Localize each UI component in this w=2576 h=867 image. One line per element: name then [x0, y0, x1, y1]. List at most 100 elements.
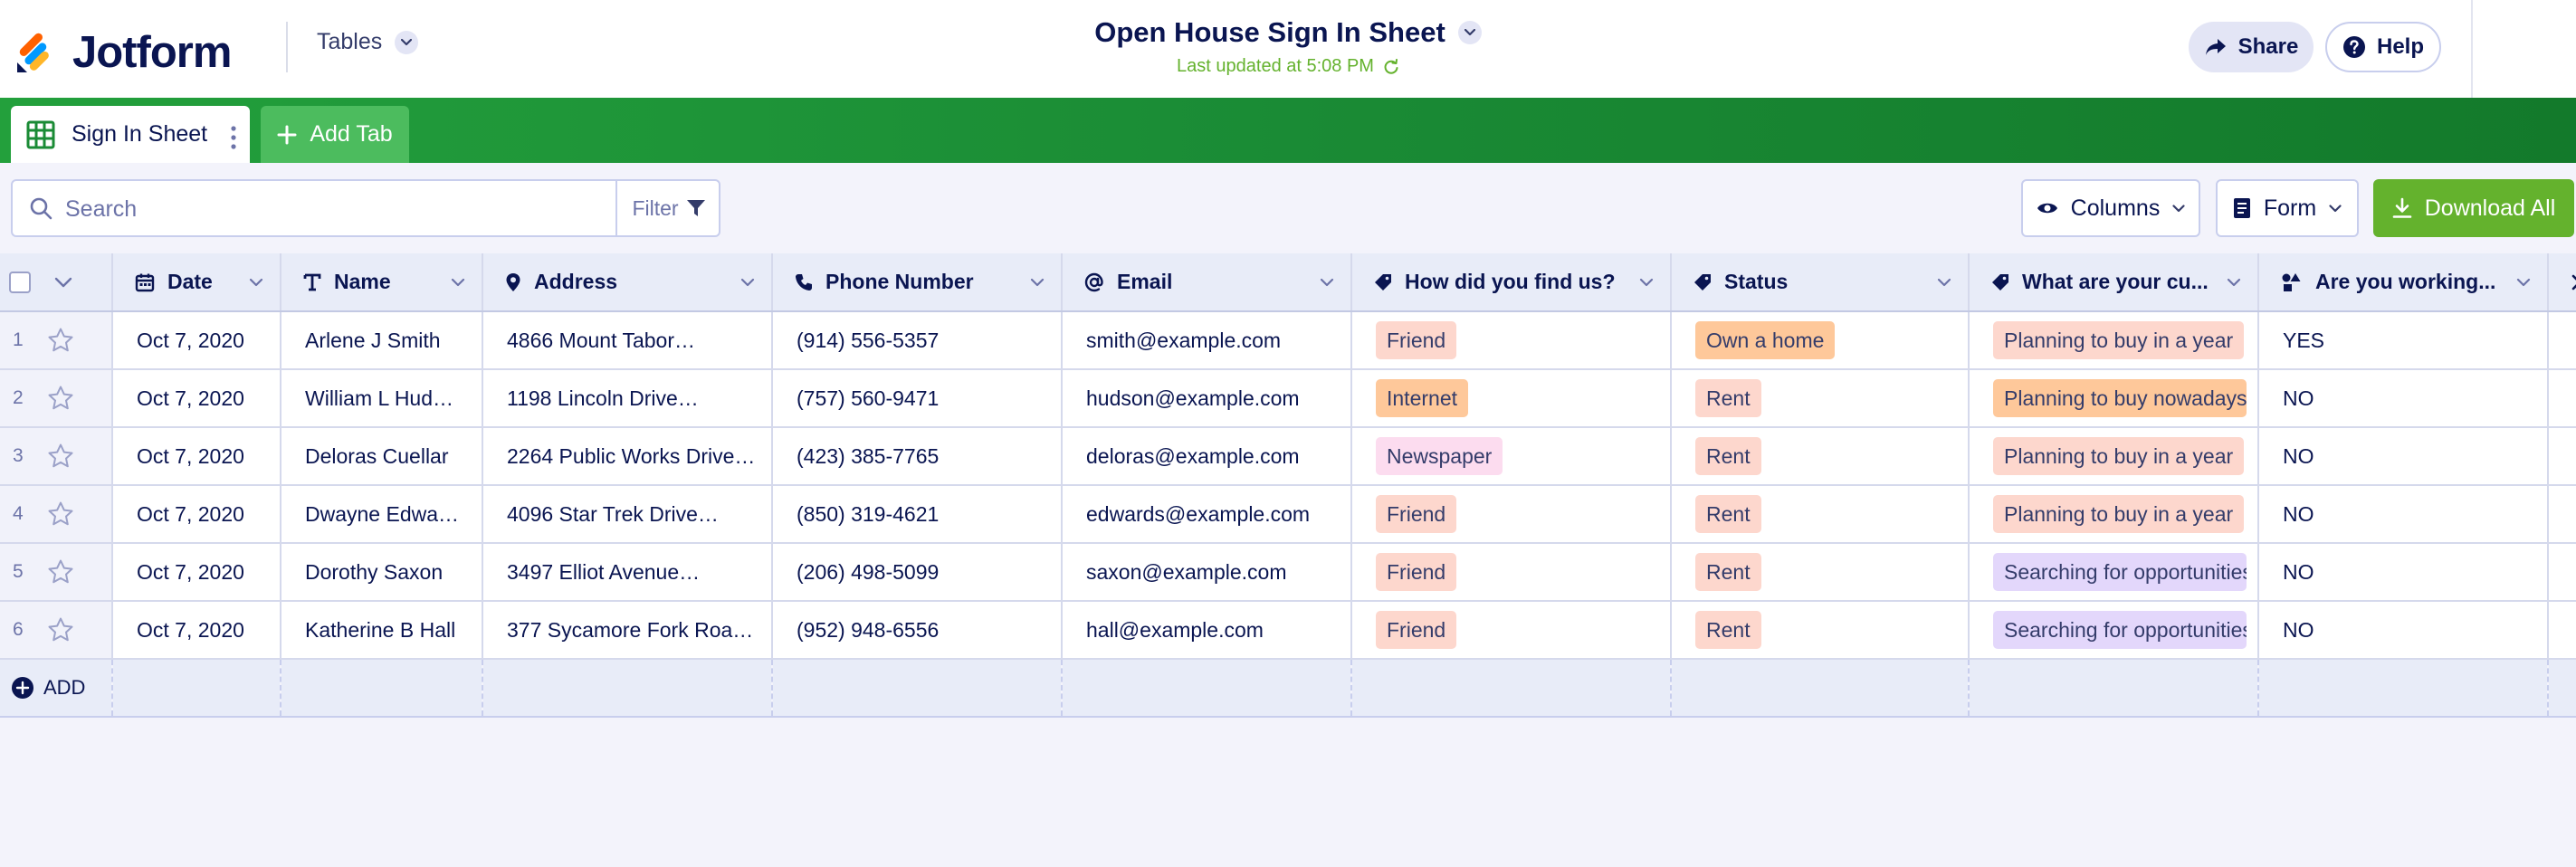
- chevron-down-icon[interactable]: [1639, 278, 1654, 287]
- column-header-phone-number[interactable]: Phone Number: [772, 253, 1063, 312]
- table-row[interactable]: 1 Oct 7, 2020 Arlene J Smith 4866 Mount Tab…: [0, 311, 2576, 370]
- chevron-down-icon[interactable]: [2516, 278, 2531, 287]
- current-situation-cell[interactable]: Planning to buy in a year: [1969, 311, 2259, 370]
- email-cell[interactable]: edwards@example.com: [1062, 485, 1352, 544]
- address-cell[interactable]: 1198 Lincoln Drive…: [482, 369, 773, 428]
- chevron-down-icon[interactable]: [54, 277, 72, 288]
- column-header-status[interactable]: Status: [1671, 253, 1970, 312]
- address-cell[interactable]: 3497 Elliot Avenue…: [482, 543, 773, 602]
- tab-sign-in-sheet[interactable]: Sign In Sheet: [11, 106, 250, 163]
- current-situation-cell[interactable]: Planning to buy nowadays: [1969, 369, 2259, 428]
- address-cell[interactable]: 377 Sycamore Fork Road…: [482, 601, 773, 660]
- status-cell[interactable]: Rent: [1671, 485, 1970, 544]
- kebab-menu-icon[interactable]: [230, 126, 237, 149]
- are-you-working-cell[interactable]: NO: [2258, 369, 2549, 428]
- date-cell[interactable]: Oct 7, 2020: [112, 485, 281, 544]
- form-button[interactable]: Form: [2216, 179, 2359, 237]
- column-header-current-situation[interactable]: What are your cu...: [1969, 253, 2259, 312]
- status-cell[interactable]: Rent: [1671, 543, 1970, 602]
- column-header-are-you-working[interactable]: Are you working...: [2258, 253, 2549, 312]
- name-cell[interactable]: William L Hud…: [281, 369, 483, 428]
- status-cell[interactable]: Own a home: [1671, 311, 1970, 370]
- email-cell[interactable]: saxon@example.com: [1062, 543, 1352, 602]
- column-header-next[interactable]: [2548, 253, 2576, 312]
- address-cell[interactable]: 2264 Public Works Drive…: [482, 427, 773, 486]
- chevron-down-icon[interactable]: [2227, 278, 2241, 287]
- chevron-down-icon[interactable]: [451, 278, 465, 287]
- are-you-working-cell[interactable]: NO: [2258, 601, 2549, 660]
- date-cell[interactable]: Oct 7, 2020: [112, 311, 281, 370]
- chevron-down-icon[interactable]: [249, 278, 263, 287]
- document-title-menu[interactable]: Open House Sign In Sheet: [1094, 16, 1482, 49]
- phone-number-cell[interactable]: (757) 560-9471: [772, 369, 1063, 428]
- phone-number-cell[interactable]: (850) 319-4621: [772, 485, 1063, 544]
- column-header-email[interactable]: Email: [1062, 253, 1352, 312]
- phone-number-cell[interactable]: (914) 556-5357: [772, 311, 1063, 370]
- how-found-cell[interactable]: Friend: [1351, 311, 1672, 370]
- chevron-down-icon[interactable]: [1320, 278, 1334, 287]
- name-cell[interactable]: Katherine B Hall: [281, 601, 483, 660]
- next-column-cell[interactable]: [2548, 427, 2576, 486]
- jotform-logo[interactable]: Jotform: [14, 27, 232, 78]
- column-header-date[interactable]: Date: [112, 253, 281, 312]
- star-icon[interactable]: [47, 327, 74, 354]
- column-header-address[interactable]: Address: [482, 253, 773, 312]
- chevron-down-icon[interactable]: [1030, 278, 1045, 287]
- column-header-name[interactable]: Name: [281, 253, 483, 312]
- date-cell[interactable]: Oct 7, 2020: [112, 543, 281, 602]
- next-column-cell[interactable]: [2548, 543, 2576, 602]
- column-header-how-did-you-find-us[interactable]: How did you find us?: [1351, 253, 1672, 312]
- are-you-working-cell[interactable]: YES: [2258, 311, 2549, 370]
- email-cell[interactable]: smith@example.com: [1062, 311, 1352, 370]
- next-column-cell[interactable]: [2548, 311, 2576, 370]
- date-cell[interactable]: Oct 7, 2020: [112, 427, 281, 486]
- are-you-working-cell[interactable]: NO: [2258, 543, 2549, 602]
- download-all-button[interactable]: Download All: [2373, 179, 2574, 237]
- chevron-down-icon[interactable]: [740, 278, 755, 287]
- table-row[interactable]: 4 Oct 7, 2020 Dwayne Edwa… 4096 Star Trek D…: [0, 485, 2576, 544]
- email-cell[interactable]: deloras@example.com: [1062, 427, 1352, 486]
- add-row-button[interactable]: ADD: [0, 660, 110, 715]
- how-found-cell[interactable]: Friend: [1351, 543, 1672, 602]
- date-cell[interactable]: Oct 7, 2020: [112, 369, 281, 428]
- status-cell[interactable]: Rent: [1671, 601, 1970, 660]
- status-cell[interactable]: Rent: [1671, 369, 1970, 428]
- are-you-working-cell[interactable]: NO: [2258, 427, 2549, 486]
- current-situation-cell[interactable]: Searching for opportunities: [1969, 601, 2259, 660]
- date-cell[interactable]: Oct 7, 2020: [112, 601, 281, 660]
- share-button[interactable]: Share: [2189, 22, 2314, 72]
- phone-number-cell[interactable]: (206) 498-5099: [772, 543, 1063, 602]
- how-found-cell[interactable]: Friend: [1351, 485, 1672, 544]
- name-cell[interactable]: Dwayne Edwa…: [281, 485, 483, 544]
- phone-number-cell[interactable]: (952) 948-6556: [772, 601, 1063, 660]
- current-situation-cell[interactable]: Planning to buy in a year: [1969, 427, 2259, 486]
- star-icon[interactable]: [47, 443, 74, 470]
- how-found-cell[interactable]: Friend: [1351, 601, 1672, 660]
- star-icon[interactable]: [47, 558, 74, 586]
- star-icon[interactable]: [47, 616, 74, 643]
- filter-button[interactable]: Filter: [615, 181, 720, 235]
- star-icon[interactable]: [47, 385, 74, 412]
- table-row[interactable]: 3 Oct 7, 2020 Deloras Cuellar 2264 Public W…: [0, 427, 2576, 486]
- email-cell[interactable]: hall@example.com: [1062, 601, 1352, 660]
- next-column-cell[interactable]: [2548, 485, 2576, 544]
- next-column-cell[interactable]: [2548, 601, 2576, 660]
- address-cell[interactable]: 4096 Star Trek Drive…: [482, 485, 773, 544]
- chevron-down-icon[interactable]: [1937, 278, 1951, 287]
- table-row[interactable]: 2 Oct 7, 2020 William L Hud… 1198 Lincoln D…: [0, 369, 2576, 428]
- email-cell[interactable]: hudson@example.com: [1062, 369, 1352, 428]
- phone-number-cell[interactable]: (423) 385-7765: [772, 427, 1063, 486]
- star-icon[interactable]: [47, 500, 74, 528]
- search-input[interactable]: [63, 188, 610, 230]
- name-cell[interactable]: Dorothy Saxon: [281, 543, 483, 602]
- name-cell[interactable]: Deloras Cuellar: [281, 427, 483, 486]
- current-situation-cell[interactable]: Planning to buy in a year: [1969, 485, 2259, 544]
- add-row-cell[interactable]: ADD: [0, 659, 113, 718]
- help-button[interactable]: Help: [2325, 22, 2441, 72]
- how-found-cell[interactable]: Internet: [1351, 369, 1672, 428]
- current-situation-cell[interactable]: Searching for opportunities: [1969, 543, 2259, 602]
- add-tab-button[interactable]: Add Tab: [261, 106, 409, 163]
- columns-button[interactable]: Columns: [2021, 179, 2200, 237]
- next-column-cell[interactable]: [2548, 369, 2576, 428]
- tables-menu[interactable]: Tables: [317, 29, 419, 55]
